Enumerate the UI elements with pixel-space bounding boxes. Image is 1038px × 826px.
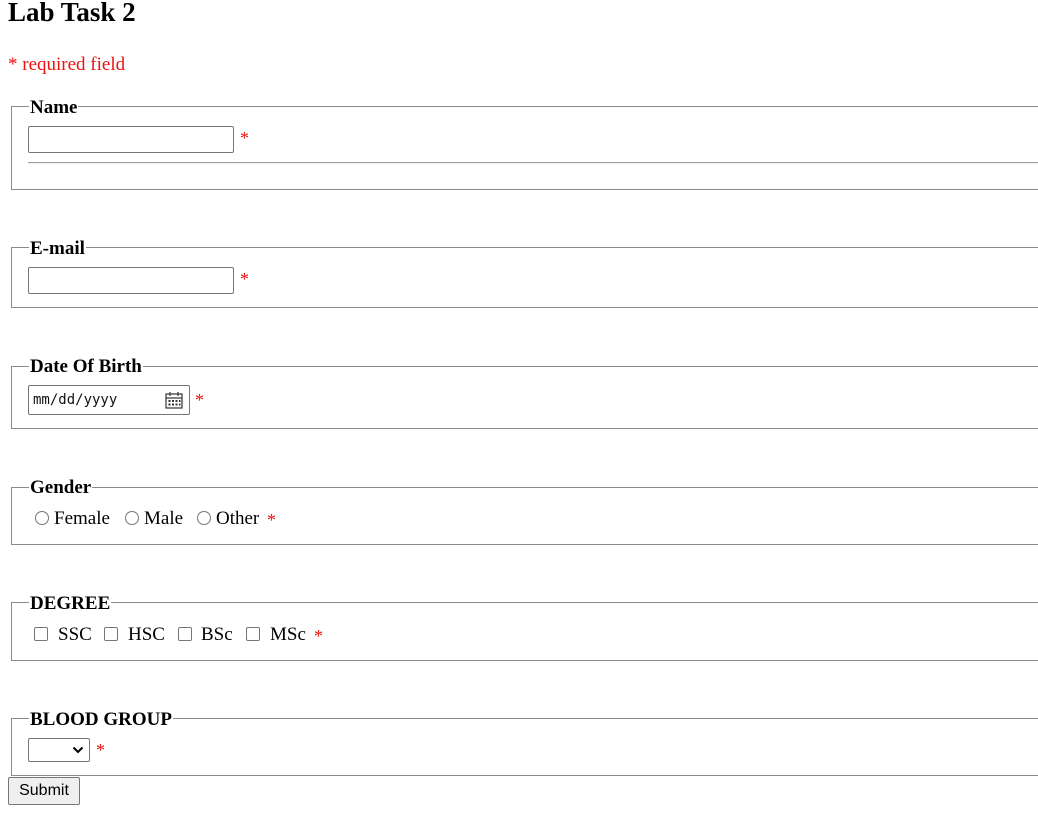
fieldset-border xyxy=(11,602,1038,661)
degree-hsc-checkbox[interactable] xyxy=(104,627,118,641)
required-marker: * xyxy=(195,390,204,410)
page-title: Lab Task 2 xyxy=(8,0,136,27)
chevron-down-icon xyxy=(72,746,84,754)
required-marker: * xyxy=(314,626,323,646)
gender-female-radio[interactable] xyxy=(35,511,49,525)
degree-bsc-label[interactable]: BSc xyxy=(201,624,233,646)
submit-button[interactable]: Submit xyxy=(8,777,80,805)
required-marker: * xyxy=(267,510,276,530)
calendar-icon[interactable] xyxy=(164,390,184,410)
degree-hsc-label[interactable]: HSC xyxy=(128,624,165,646)
dob-legend: Date Of Birth xyxy=(29,356,143,378)
degree-ssc-label[interactable]: SSC xyxy=(58,624,92,646)
gender-other-label[interactable]: Other xyxy=(216,508,259,530)
degree-bsc-checkbox[interactable] xyxy=(178,627,192,641)
email-legend: E-mail xyxy=(29,238,86,260)
degree-legend: DEGREE xyxy=(29,593,112,615)
name-input[interactable] xyxy=(28,126,234,153)
gender-female-label[interactable]: Female xyxy=(54,508,110,530)
required-marker: * xyxy=(96,740,105,760)
blood-group-select[interactable] xyxy=(28,738,90,762)
required-marker: * xyxy=(240,269,249,289)
required-marker: * xyxy=(240,128,249,148)
name-legend: Name xyxy=(29,97,79,119)
required-field-note: * required field xyxy=(8,54,126,75)
blood-group-legend: BLOOD GROUP xyxy=(29,709,173,731)
gender-male-radio[interactable] xyxy=(125,511,139,525)
gender-legend: Gender xyxy=(29,477,93,499)
gender-male-label[interactable]: Male xyxy=(144,508,183,530)
degree-msc-label[interactable]: MSc xyxy=(270,624,306,646)
divider xyxy=(28,162,1038,164)
gender-other-radio[interactable] xyxy=(197,511,211,525)
email-input[interactable] xyxy=(28,267,234,294)
degree-msc-checkbox[interactable] xyxy=(246,627,260,641)
dob-placeholder: mm/dd/yyyy xyxy=(33,392,118,408)
degree-ssc-checkbox[interactable] xyxy=(34,627,48,641)
dob-input[interactable]: mm/dd/yyyy xyxy=(28,385,190,415)
